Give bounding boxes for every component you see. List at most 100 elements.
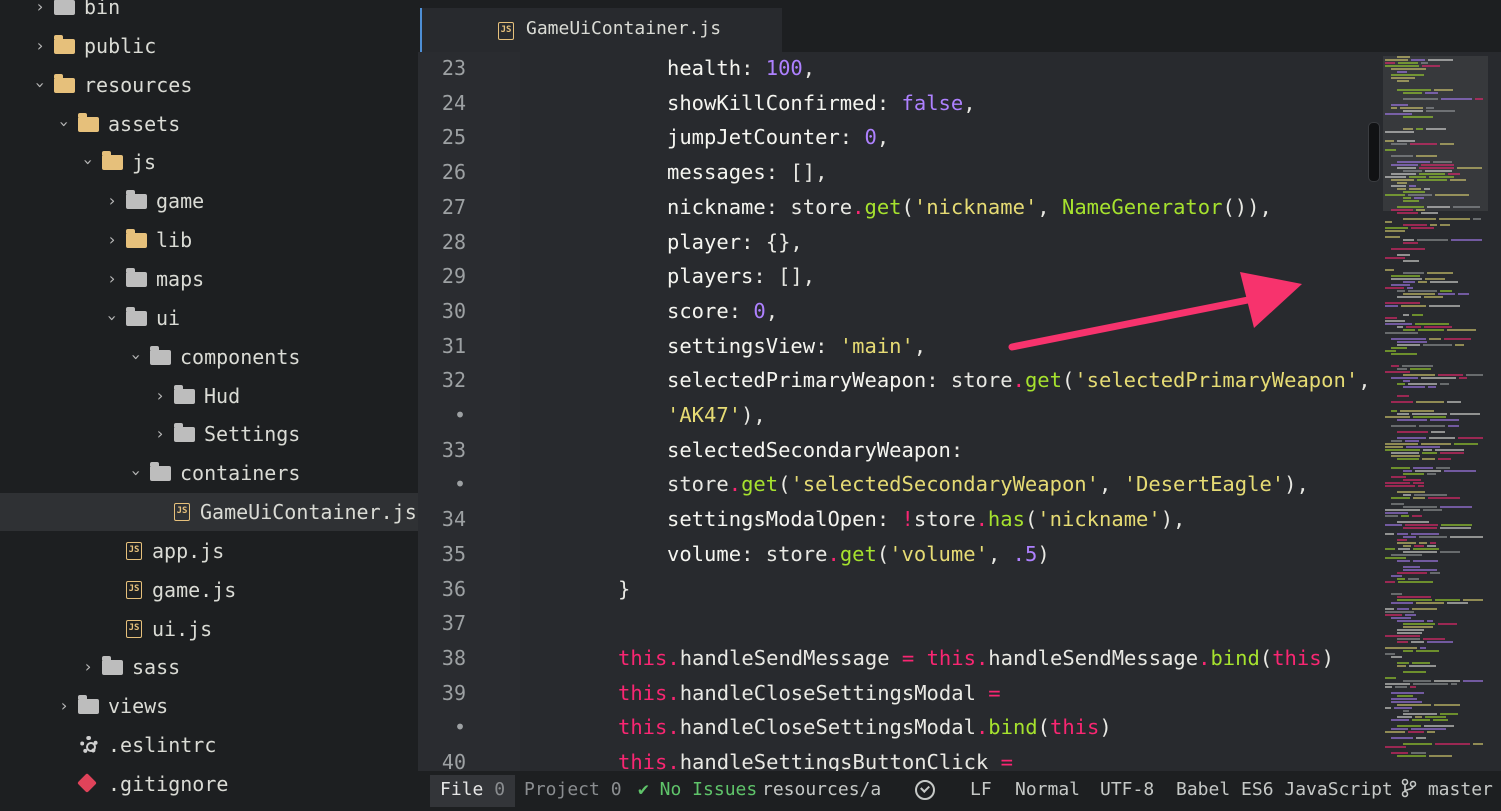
- code-line[interactable]: this.handleSendMessage = this.handleSend…: [618, 646, 1334, 670]
- code-token: =: [988, 681, 1001, 705]
- tree-item-containers[interactable]: › containers: [0, 454, 418, 492]
- tree-item-resources[interactable]: › resources: [0, 66, 418, 104]
- code-line[interactable]: settingsModalOpen: !store.has('nickname'…: [667, 507, 1185, 531]
- code-line[interactable]: volume: store.get('volume', .5): [667, 542, 1050, 566]
- tree-item-game[interactable]: › game: [0, 182, 418, 220]
- minimap-line: [1413, 548, 1439, 550]
- tree-item-maps[interactable]: › maps: [0, 260, 418, 298]
- tree-item-js[interactable]: › js: [0, 143, 418, 181]
- line-number: •: [453, 472, 466, 496]
- minimap-line: [1385, 614, 1402, 616]
- folder-icon: [150, 462, 171, 481]
- code-line[interactable]: player: {},: [667, 230, 803, 254]
- tree-item-label: sass: [132, 655, 181, 679]
- tree-item-label: .gitignore: [108, 772, 229, 796]
- code-token: :: [815, 334, 840, 358]
- code-line[interactable]: this.handleCloseSettingsModal =: [618, 681, 1001, 705]
- minimap-line: [1397, 419, 1427, 421]
- minimap-line: [1430, 542, 1436, 544]
- tree-item-hud[interactable]: › Hud: [0, 377, 418, 415]
- code-line[interactable]: jumpJetCounter: 0,: [667, 125, 889, 149]
- tab-gameuicontainer[interactable]: JS GameUiContainer.js: [420, 8, 782, 52]
- code-line[interactable]: score: 0,: [667, 299, 778, 323]
- line-ending-selector[interactable]: LF: [970, 771, 992, 811]
- editor-scrollbar[interactable]: [1368, 122, 1380, 182]
- chevron-right-icon[interactable]: ›: [56, 687, 72, 725]
- tree-item-bin[interactable]: › bin: [0, 0, 418, 26]
- tree-item-ui-js[interactable]: JS ui.js: [0, 610, 418, 648]
- line-number: 29: [441, 264, 466, 288]
- tree-item-eslintrc[interactable]: .eslintrc: [0, 726, 418, 764]
- code-line[interactable]: store.get('selectedSecondaryWeapon', 'De…: [667, 472, 1309, 496]
- code-line[interactable]: selectedPrimaryWeapon: store.get('select…: [667, 368, 1371, 392]
- tree-item-sass[interactable]: › sass: [0, 648, 418, 686]
- code-line[interactable]: }: [618, 577, 630, 601]
- linter-status[interactable]: ✔ No Issues: [638, 771, 757, 811]
- tree-item-gitignore[interactable]: .gitignore: [0, 765, 418, 803]
- minimap-line: [1397, 383, 1405, 385]
- minimap-line: [1385, 557, 1406, 559]
- minimap-line: [1391, 602, 1413, 604]
- code-token: .: [1198, 646, 1211, 670]
- grammar-selector[interactable]: Babel ES6 JavaScript: [1176, 771, 1393, 811]
- minimap-line: [1391, 425, 1416, 427]
- minimap-line: [1418, 281, 1427, 283]
- code-token: NameGenerator: [1061, 195, 1223, 219]
- code-line[interactable]: selectedSecondaryWeapon:: [667, 438, 963, 462]
- file-path[interactable]: resources/assets/js/ui/containers/GameUi…: [762, 771, 880, 811]
- git-branch[interactable]: master: [1401, 771, 1493, 811]
- tree-item-ui[interactable]: › ui: [0, 299, 418, 337]
- code-line[interactable]: nickname: store.get('nickname', NameGene…: [667, 195, 1272, 219]
- code-line[interactable]: this.handleSettingsButtonClick =: [618, 750, 1013, 771]
- js-file-icon: JS: [498, 22, 514, 40]
- code-token: ,: [802, 56, 816, 80]
- chevron-right-icon[interactable]: ›: [32, 0, 48, 26]
- minimap-line: [1447, 401, 1461, 403]
- code-token: messages: [667, 160, 766, 184]
- project-issues-tab[interactable]: Project 0: [514, 775, 632, 807]
- tree-item-views[interactable]: › views: [0, 687, 418, 725]
- minimap-line: [1385, 257, 1405, 259]
- encoding-selector[interactable]: UTF-8: [1100, 771, 1154, 811]
- minimap-line: [1391, 143, 1407, 145]
- code-line[interactable]: health: 100,: [667, 56, 815, 80]
- chevron-right-icon[interactable]: ›: [32, 27, 48, 65]
- code-line[interactable]: players: [],: [667, 264, 815, 288]
- code-line[interactable]: this.handleCloseSettingsModal.bind(this): [618, 715, 1112, 739]
- code-editor[interactable]: 23 24 25 26 27 28 29 30 31 32 • 33 • 34 35 36 37 38 39 • 40 …: [418, 52, 1501, 771]
- tree-item-app-js[interactable]: JS app.js: [0, 532, 418, 570]
- tree-item-lib[interactable]: › lib: [0, 221, 418, 259]
- minimap-line: [1400, 107, 1423, 109]
- chevron-right-icon[interactable]: ›: [104, 182, 120, 220]
- minimap-line: [1412, 608, 1437, 610]
- tree-item-label: app.js: [152, 539, 225, 563]
- tree-item-settings[interactable]: › Settings: [0, 415, 418, 453]
- minimap-line: [1391, 248, 1425, 250]
- tree-item-assets[interactable]: › assets: [0, 105, 418, 143]
- code-line[interactable]: 'AK47'),: [667, 403, 766, 427]
- code-token: this: [1272, 646, 1322, 670]
- minimap-line: [1451, 239, 1482, 241]
- chevron-right-icon[interactable]: ›: [104, 260, 120, 298]
- tree-item-gameuicontainer-js[interactable]: JS GameUiContainer.js: [0, 493, 418, 531]
- chevron-right-icon[interactable]: ›: [152, 377, 168, 415]
- tree-item-public[interactable]: › public: [0, 27, 418, 65]
- minimap-line: [1391, 353, 1417, 355]
- minimap-line: [1411, 752, 1426, 754]
- tree-item-game-js[interactable]: JS game.js: [0, 571, 418, 609]
- line-number: 25: [441, 125, 466, 149]
- code-line[interactable]: settingsView: 'main',: [667, 334, 926, 358]
- file-issues-tab[interactable]: File 0: [430, 775, 516, 807]
- tree-item-components[interactable]: › components: [0, 338, 418, 376]
- vim-mode-indicator[interactable]: Normal: [1015, 771, 1080, 811]
- chevron-right-icon[interactable]: ›: [152, 415, 168, 453]
- code-line[interactable]: messages: [],: [667, 160, 827, 184]
- minimap[interactable]: [1383, 56, 1488, 771]
- chevron-right-icon[interactable]: ›: [104, 221, 120, 259]
- code-line[interactable]: showKillConfirmed: false,: [667, 91, 976, 115]
- code-token: :: [728, 299, 754, 323]
- folder-icon: [174, 423, 195, 442]
- chevron-right-icon[interactable]: ›: [80, 648, 96, 686]
- minimap-line: [1413, 560, 1438, 562]
- clock-check-icon[interactable]: [915, 780, 935, 800]
